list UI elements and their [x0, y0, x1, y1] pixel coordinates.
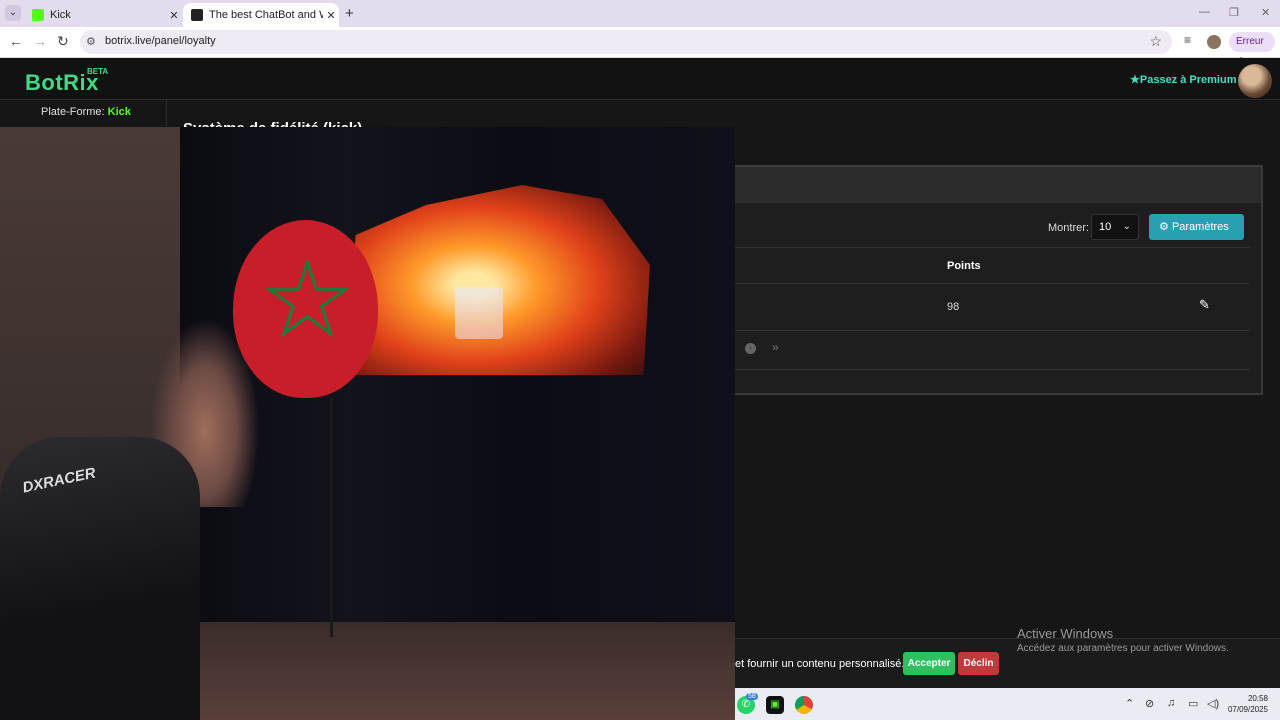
premium-label: Passez à Premium — [1139, 74, 1237, 86]
clock-time: 20:58 — [1247, 694, 1268, 703]
chevron-down-icon: ⌄ — [1122, 221, 1131, 232]
display-icon[interactable]: ▭ — [1188, 697, 1198, 710]
loyalty-panel: Montrer: 10 ⌄ ⚙ Paramètres Points 98 ✎ › … — [735, 165, 1263, 395]
reload-icon[interactable]: ↻ — [57, 33, 69, 50]
speaker-icon[interactable]: ◁) — [1207, 697, 1219, 710]
address-bar[interactable]: ⚙ botrix.live/panel/loyalty ☆ — [80, 30, 1172, 54]
user-avatar[interactable] — [1238, 64, 1272, 98]
chrome-icon[interactable] — [795, 696, 813, 714]
webcam-floor — [180, 622, 735, 720]
url-text[interactable]: botrix.live/panel/loyalty — [105, 35, 216, 47]
back-arrow-icon[interactable]: ← — [9, 33, 23, 49]
kick-app-icon[interactable]: ▣ — [766, 696, 784, 714]
clock-date: 07/09/2025 — [1227, 705, 1268, 714]
profile-avatar[interactable] — [1207, 35, 1221, 49]
cookie-text: et fournir un contenu personnalisé. — [735, 658, 905, 670]
tab-title: Kick — [50, 9, 71, 21]
tab-kick[interactable]: Kick ✕ — [24, 3, 182, 27]
minimize-icon[interactable]: — — [1199, 6, 1210, 18]
profile-status-label: Erreur — [1236, 36, 1264, 47]
pencil-edit-icon[interactable]: ✎ — [1199, 297, 1210, 313]
sidebar-divider — [166, 100, 167, 130]
windows-taskbar: ✆ 58 ▣ ⌃ ⊘ ♫ ▭ ◁) 20:58 07/09/2025 — [735, 688, 1280, 720]
new-tab-button[interactable]: + — [345, 5, 354, 22]
last-page-icon[interactable]: » — [772, 340, 779, 354]
star-icon: ★ — [1130, 74, 1140, 86]
activate-windows-subtitle: Accédez aux paramètres pour activer Wind… — [1017, 643, 1229, 654]
tab-search-icon[interactable]: ⌄ — [5, 5, 21, 21]
microphone-icon[interactable]: ♫ — [1167, 697, 1175, 709]
close-window-icon[interactable]: ✕ — [1261, 6, 1270, 19]
system-clock[interactable]: 20:58 07/09/2025 — [1226, 693, 1268, 715]
tv-glare — [455, 287, 503, 339]
next-page-icon[interactable]: › — [745, 343, 756, 354]
settings-label: Paramètres — [1171, 221, 1229, 233]
accept-cookies-button[interactable]: Accepter — [903, 652, 955, 675]
webcam-overlay: ☆ DXRACER — [0, 127, 735, 720]
show-label: Montrer: — [1048, 222, 1089, 234]
page-size-value: 10 — [1099, 221, 1112, 233]
beta-badge: BETA — [87, 67, 109, 76]
kick-favicon-icon — [32, 9, 44, 21]
column-header-points[interactable]: Points — [947, 260, 981, 272]
page-size-select[interactable]: 10 ⌄ — [1091, 214, 1139, 240]
platform-value: Kick — [107, 106, 131, 118]
gears-icon: ⚙ — [1159, 221, 1169, 233]
tab-botrix[interactable]: The best ChatBot and Widgets ✕ — [183, 3, 339, 27]
tab-title: The best ChatBot and Widgets — [209, 9, 323, 21]
browser-tab-bar: ⌄ Kick ✕ The best ChatBot and Widgets ✕ … — [0, 0, 1280, 27]
page-title: Système de fidélité (kick) — [183, 118, 362, 127]
site-header: BotRix BETA ★Passez à Premium — [0, 58, 1280, 100]
platform-selector[interactable]: Plate-Forme: Kick — [41, 106, 131, 118]
close-tab-icon[interactable]: ✕ — [166, 9, 182, 22]
premium-link[interactable]: ★Passez à Premium — [1130, 73, 1237, 86]
divider — [735, 283, 1250, 284]
botrix-favicon-icon — [191, 9, 203, 21]
divider — [735, 330, 1250, 331]
platform-label: Plate-Forme: — [41, 106, 105, 118]
divider — [735, 247, 1250, 248]
close-tab-icon[interactable]: ✕ — [323, 9, 339, 22]
decline-cookies-button[interactable]: Déclin — [958, 652, 999, 675]
forward-arrow-icon[interactable]: → — [33, 33, 47, 49]
cell-points: 98 — [947, 301, 960, 313]
green-star-icon: ☆ — [258, 238, 357, 361]
site-info-icon[interactable]: ⚙ — [86, 35, 96, 48]
divider — [735, 369, 1250, 370]
whatsapp-badge: 58 — [746, 693, 758, 700]
reading-list-icon[interactable]: ≡ — [1184, 33, 1191, 47]
activate-windows-title: Activer Windows — [1017, 626, 1114, 641]
restore-icon[interactable]: ❐ — [1229, 6, 1239, 19]
network-off-icon[interactable]: ⊘ — [1145, 697, 1154, 710]
profile-error-button[interactable]: Erreur ⋮ — [1229, 32, 1275, 67]
panel-header — [735, 167, 1261, 203]
settings-button[interactable]: ⚙ Paramètres — [1149, 214, 1244, 240]
tv-stand — [330, 397, 333, 637]
show-hidden-icons-icon[interactable]: ⌃ — [1125, 697, 1134, 710]
browser-toolbar: ← → ↻ ⚙ botrix.live/panel/loyalty ☆ ≡ — [0, 27, 1280, 58]
bookmark-star-icon[interactable]: ☆ — [1149, 33, 1162, 50]
